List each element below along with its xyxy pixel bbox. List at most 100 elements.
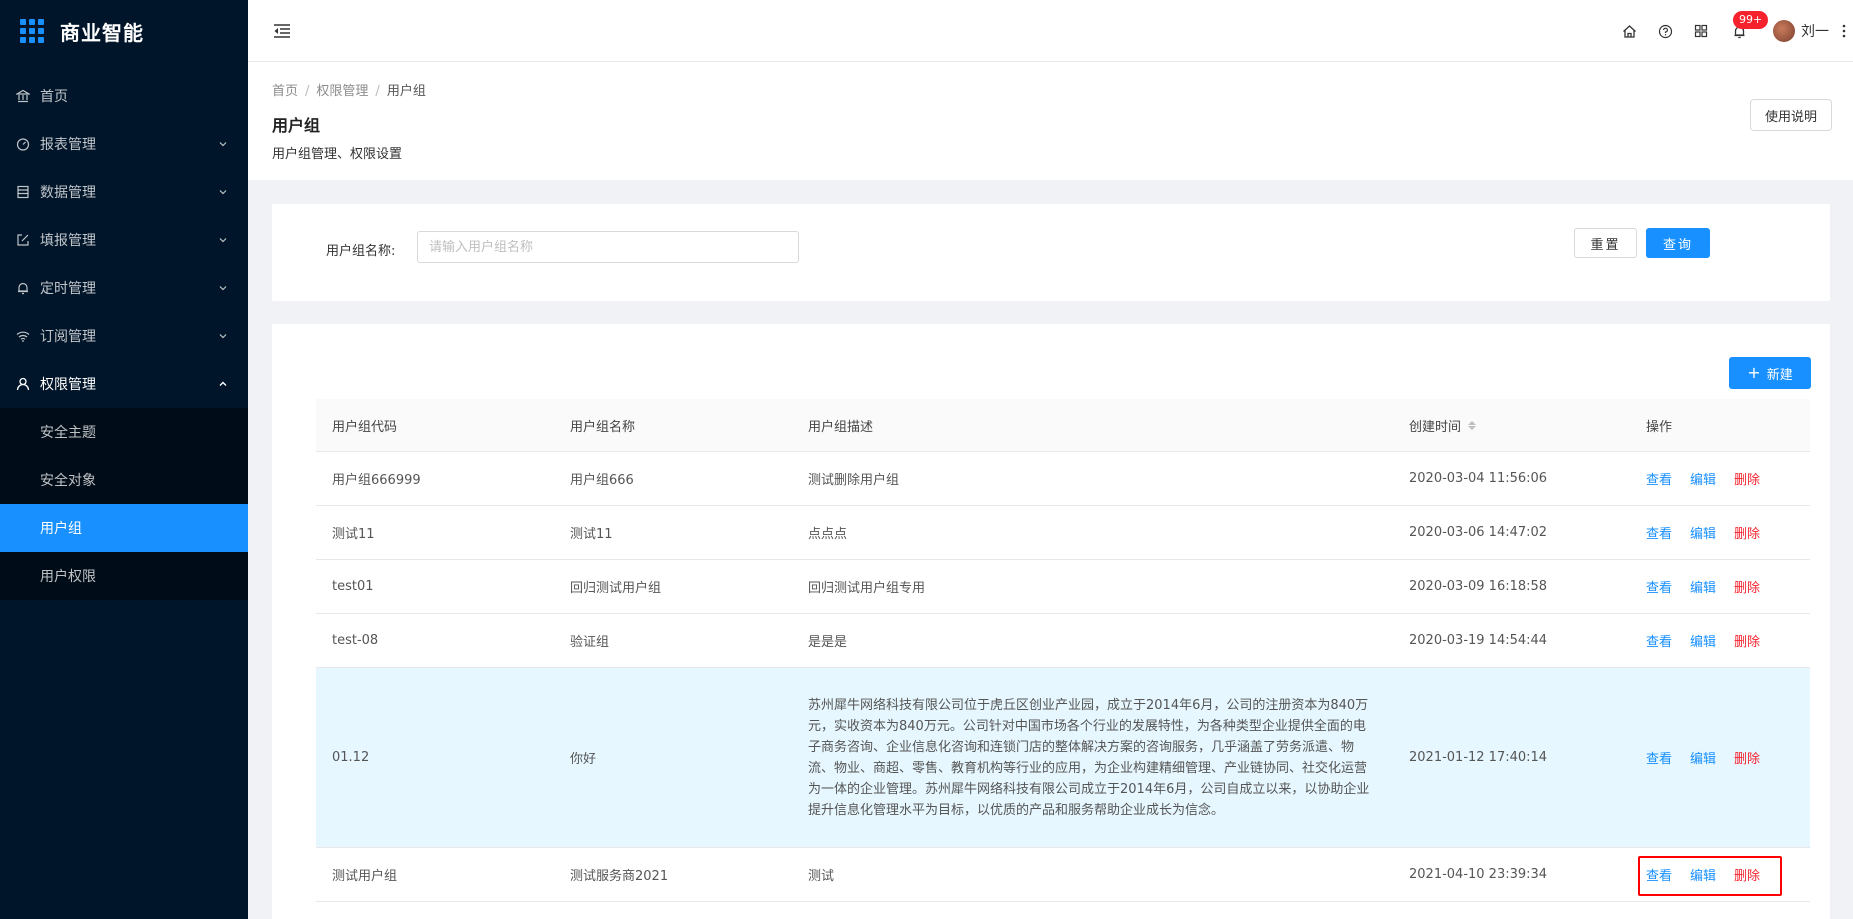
sidebar-item-label: 定时管理 xyxy=(40,281,96,297)
cell-actions: 查看 编辑 删除 xyxy=(1646,668,1806,847)
sidebar-item-fill[interactable]: 填报管理 xyxy=(0,216,248,264)
cell-description-text: 苏州犀牛网络科技有限公司位于虎丘区创业产业园，成立于2014年6月，公司的注册资… xyxy=(808,697,1370,818)
cell-created: 2020-03-06 14:47:02 xyxy=(1409,525,1548,540)
search-label: 用户组名称: xyxy=(326,244,396,259)
cell-code: 01.12 xyxy=(332,750,370,765)
cell-code: 用户组666999 xyxy=(332,473,421,488)
chevron-down-icon xyxy=(219,334,227,339)
cell-name: 测试11 xyxy=(570,527,613,542)
sidebar-item-data[interactable]: 数据管理 xyxy=(0,168,248,216)
delete-link[interactable]: 删除 xyxy=(1734,748,1760,767)
cell-name: 测试服务商2021 xyxy=(570,869,669,884)
sidebar: 商业智能 首页 报表管理 数据管理 填报管理 定时管理 订阅管理 权限管理 安全… xyxy=(0,0,248,919)
table-row: test01 回归测试用户组 回归测试用户组专用 2020-03-09 16:1… xyxy=(316,560,1810,614)
sidebar-item-schedule[interactable]: 定时管理 xyxy=(0,264,248,312)
edit-link[interactable]: 编辑 xyxy=(1690,469,1716,488)
avatar[interactable] xyxy=(1773,20,1795,42)
table-row: 用户组666999 用户组666 测试删除用户组 2020-03-04 11:5… xyxy=(316,452,1810,506)
sidebar-menu: 首页 报表管理 数据管理 填报管理 定时管理 订阅管理 权限管理 安全主题 安全… xyxy=(0,72,248,600)
sidebar-subitem-user-permission[interactable]: 用户权限 xyxy=(0,552,248,600)
user-group-name-input[interactable] xyxy=(417,231,799,263)
sidebar-item-home[interactable]: 首页 xyxy=(0,72,248,120)
sidebar-item-label: 报表管理 xyxy=(40,137,96,153)
edit-link[interactable]: 编辑 xyxy=(1690,523,1716,542)
delete-link[interactable]: 删除 xyxy=(1734,865,1760,884)
breadcrumb: 首页 / 权限管理 / 用户组 xyxy=(272,80,426,99)
query-button[interactable]: 查询 xyxy=(1646,228,1710,258)
chevron-down-icon xyxy=(219,142,227,147)
user-name[interactable]: 刘一 xyxy=(1801,21,1829,41)
sort-icon[interactable] xyxy=(1468,420,1477,430)
sidebar-subitem-user-group[interactable]: 用户组 xyxy=(0,504,248,552)
sidebar-item-label: 订阅管理 xyxy=(40,329,96,345)
cell-created: 2021-04-10 23:39:34 xyxy=(1409,867,1548,882)
view-link[interactable]: 查看 xyxy=(1646,631,1672,650)
edit-link[interactable]: 编辑 xyxy=(1690,577,1716,596)
cell-name: 验证组 xyxy=(570,635,610,650)
cell-created: 2021-01-12 17:40:14 xyxy=(1409,750,1548,765)
user-icon xyxy=(16,377,30,391)
sidebar-item-permission[interactable]: 权限管理 xyxy=(0,360,248,408)
wifi-icon xyxy=(16,329,30,343)
view-link[interactable]: 查看 xyxy=(1646,865,1672,884)
delete-link[interactable]: 删除 xyxy=(1734,577,1760,596)
breadcrumb-home[interactable]: 首页 xyxy=(272,84,298,99)
chevron-down-icon xyxy=(219,286,227,291)
chevron-down-icon xyxy=(219,238,227,243)
cell-actions: 查看 编辑 删除 xyxy=(1646,506,1806,559)
delete-link[interactable]: 删除 xyxy=(1734,631,1760,650)
notification-bell-icon[interactable]: 99+ xyxy=(1731,11,1769,39)
cell-actions: 查看 编辑 删除 xyxy=(1646,560,1806,613)
edit-link[interactable]: 编辑 xyxy=(1690,865,1716,884)
apps-icon[interactable] xyxy=(1693,23,1709,39)
view-link[interactable]: 查看 xyxy=(1646,748,1672,767)
home-icon[interactable] xyxy=(1621,23,1637,39)
column-header-created[interactable]: 创建时间 xyxy=(1409,399,1629,451)
sidebar-subitem-security-theme[interactable]: 安全主题 xyxy=(0,408,248,456)
view-link[interactable]: 查看 xyxy=(1646,469,1672,488)
view-link[interactable]: 查看 xyxy=(1646,523,1672,542)
cell-description: 是是是 xyxy=(808,635,848,650)
breadcrumb-permission[interactable]: 权限管理 xyxy=(316,84,368,99)
cell-actions: 查看 编辑 删除 xyxy=(1646,452,1806,505)
delete-link[interactable]: 删除 xyxy=(1734,469,1760,488)
sidebar-item-label: 首页 xyxy=(40,89,68,105)
header-actions: 99+ 刘一 xyxy=(1611,0,1853,62)
table-row-hovered: 01.12 你好 苏州犀牛网络科技有限公司位于虎丘区创业产业园，成立于2014年… xyxy=(316,668,1810,848)
cell-code: 测试用户组 xyxy=(332,869,398,884)
sidebar-item-label: 数据管理 xyxy=(40,185,96,201)
more-vertical-icon[interactable] xyxy=(1839,23,1849,39)
new-button-label: 新建 xyxy=(1766,367,1793,383)
app-grid-icon xyxy=(20,19,44,43)
view-link[interactable]: 查看 xyxy=(1646,577,1672,596)
table-row: test-08 验证组 是是是 2020-03-19 14:54:44 查看 编… xyxy=(316,614,1810,668)
page-header: 首页 / 权限管理 / 用户组 用户组 用户组管理、权限设置 使用说明 xyxy=(248,62,1853,180)
cell-name: 你好 xyxy=(570,752,597,767)
sidebar-item-subscribe[interactable]: 订阅管理 xyxy=(0,312,248,360)
new-button[interactable]: + 新建 xyxy=(1729,357,1811,389)
bell-icon xyxy=(16,281,30,295)
cell-name: 用户组666 xyxy=(570,473,634,488)
cell-description: 点点点 xyxy=(808,527,848,542)
logo[interactable]: 商业智能 xyxy=(0,0,248,62)
help-icon[interactable] xyxy=(1657,23,1673,39)
usage-guide-button[interactable]: 使用说明 xyxy=(1749,99,1832,131)
breadcrumb-current: 用户组 xyxy=(386,84,426,99)
column-header-code: 用户组代码 xyxy=(332,419,398,435)
cell-actions: 查看 编辑 删除 xyxy=(1646,614,1806,667)
edit-link[interactable]: 编辑 xyxy=(1690,748,1716,767)
cell-code: test-08 xyxy=(332,633,379,648)
plus-icon: + xyxy=(1747,363,1761,382)
breadcrumb-separator: / xyxy=(305,84,310,99)
edit-link[interactable]: 编辑 xyxy=(1690,631,1716,650)
cell-created: 2020-03-19 14:54:44 xyxy=(1409,633,1548,648)
table-panel: + 新建 用户组代码 用户组名称 用户组描述 创建时间 操作 用户组666999… xyxy=(272,324,1830,919)
sidebar-subitem-security-object[interactable]: 安全对象 xyxy=(0,456,248,504)
cell-created: 2020-03-09 16:18:58 xyxy=(1409,579,1548,594)
reset-button[interactable]: 重置 xyxy=(1574,228,1637,258)
column-header-actions: 操作 xyxy=(1646,419,1673,435)
sidebar-item-reports[interactable]: 报表管理 xyxy=(0,120,248,168)
delete-link[interactable]: 删除 xyxy=(1734,523,1760,542)
cell-description: 回归测试用户组专用 xyxy=(808,581,926,596)
menu-fold-icon[interactable] xyxy=(272,21,292,41)
